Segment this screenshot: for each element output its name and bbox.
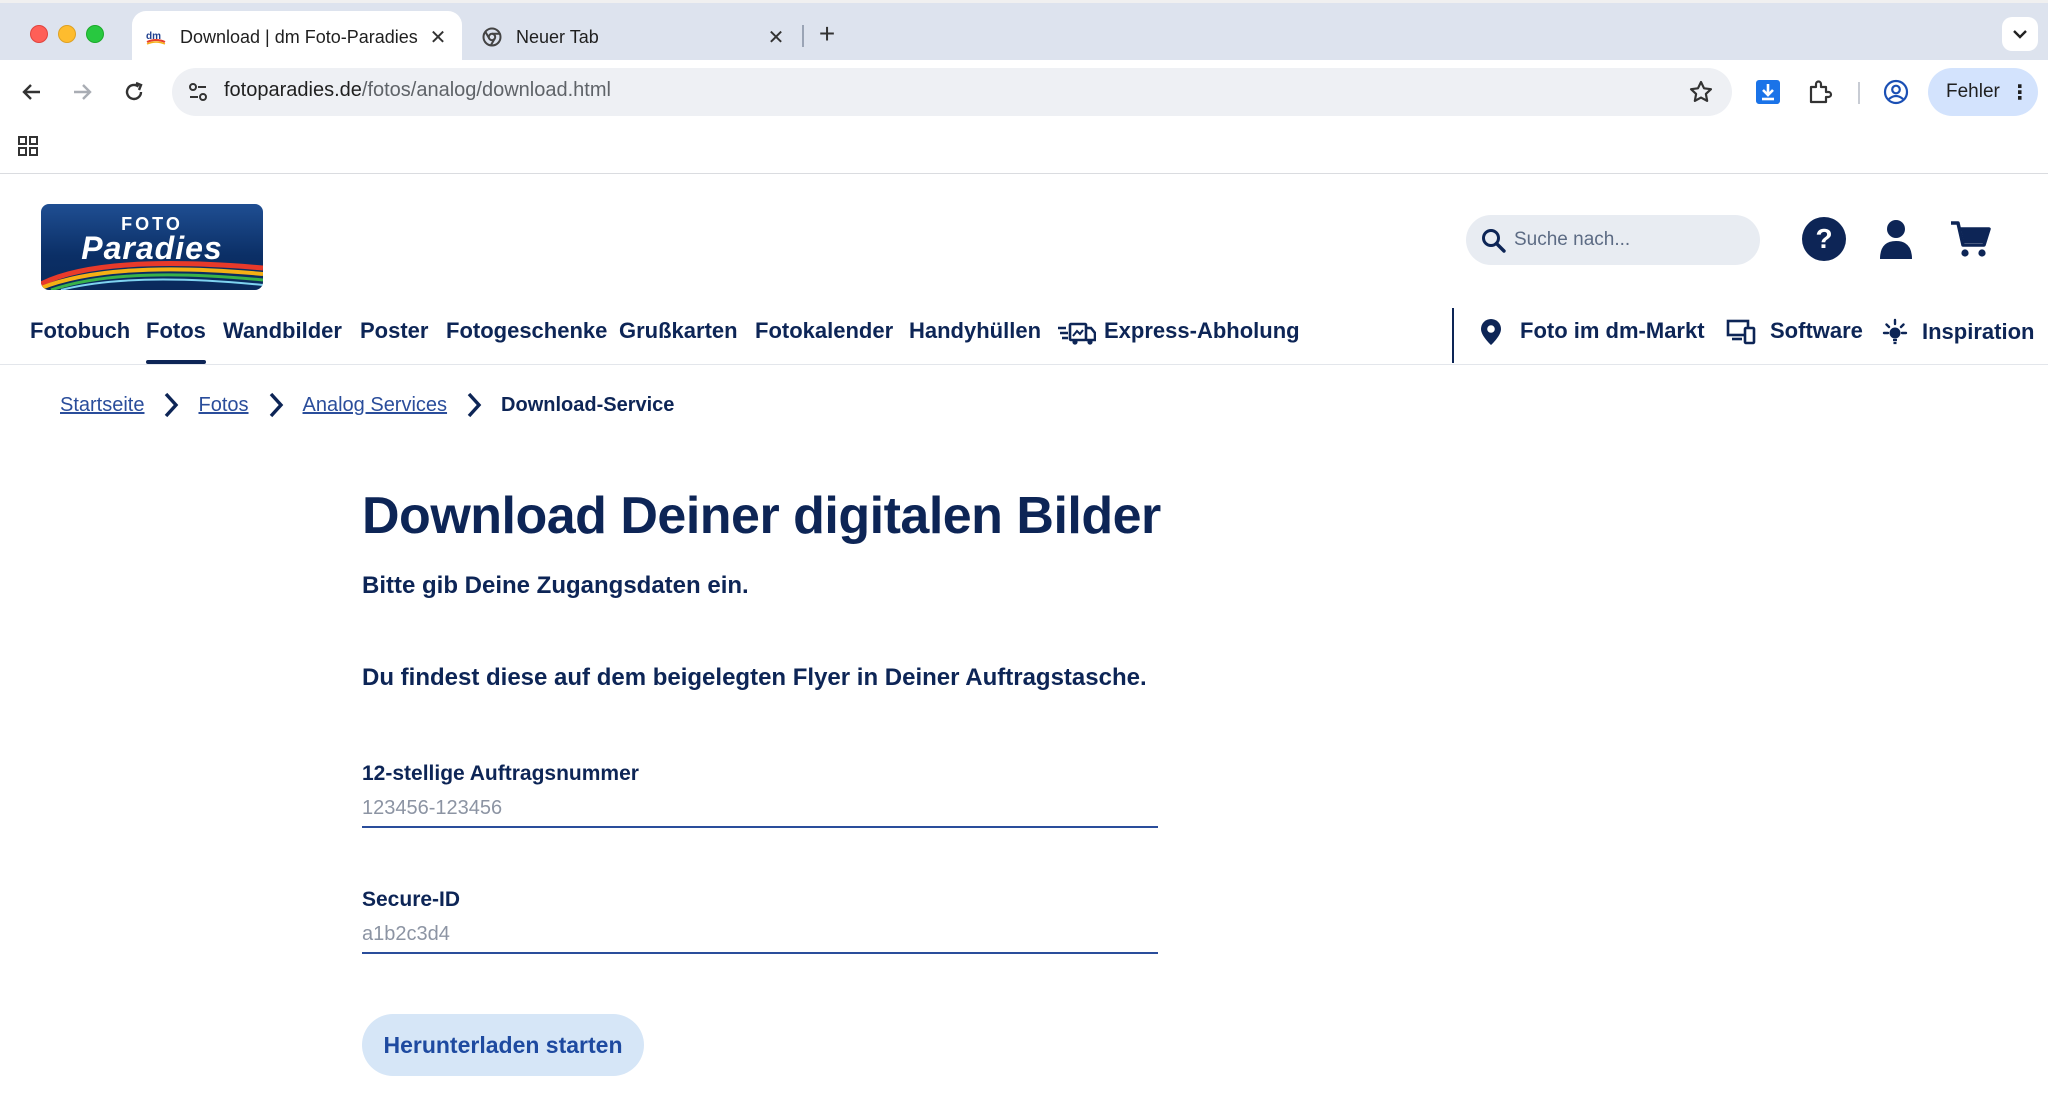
nav-item-handyhuellen[interactable]: Handyhüllen xyxy=(909,318,1041,344)
nav-item-software[interactable]: Software xyxy=(1726,318,1863,345)
breadcrumb-link-startseite[interactable]: Startseite xyxy=(60,394,144,417)
breadcrumb: Startseite Fotos Analog Services Downloa… xyxy=(60,390,674,420)
tab-search-button[interactable] xyxy=(2002,17,2038,51)
secure-id-field: Secure-ID xyxy=(362,888,1158,954)
start-download-button[interactable]: Herunterladen starten xyxy=(362,1014,644,1076)
express-delivery-icon xyxy=(1058,322,1096,345)
window-minimize-button[interactable] xyxy=(58,25,76,43)
tab-title: Neuer Tab xyxy=(516,26,599,47)
nav-item-poster[interactable]: Poster xyxy=(360,318,428,344)
chevron-down-icon xyxy=(2013,30,2027,39)
nav-divider xyxy=(1452,308,1454,363)
lightbulb-icon xyxy=(1882,318,1908,345)
nav-item-fotokalender[interactable]: Fotokalender xyxy=(755,318,893,344)
nav-item-foto-im-dm-markt[interactable]: Foto im dm-Markt xyxy=(1480,318,1705,346)
nav-item-fotos[interactable]: Fotos xyxy=(146,318,206,364)
nav-item-label: Foto im dm-Markt xyxy=(1520,318,1705,343)
arrow-left-icon xyxy=(22,84,40,100)
reload-button[interactable] xyxy=(118,76,150,108)
tab-separator xyxy=(802,25,804,47)
downloads-button[interactable] xyxy=(1752,76,1784,108)
arrow-right-icon xyxy=(74,84,92,100)
chevron-right-icon xyxy=(263,390,289,420)
nav-item-label: Express-Abholung xyxy=(1104,318,1300,343)
back-button[interactable] xyxy=(16,76,48,108)
more-vert-icon: ⋮ xyxy=(2009,81,2030,104)
tab-download[interactable]: dm Download | dm Foto-Paradies ✕ xyxy=(132,11,462,63)
order-number-field: 12-stellige Auftragsnummer xyxy=(362,762,1158,828)
shopping-cart-icon xyxy=(1951,221,1991,257)
tab-close-icon[interactable]: ✕ xyxy=(762,23,790,51)
nav-item-inspiration[interactable]: Inspiration xyxy=(1880,318,2034,348)
help-button[interactable]: ? xyxy=(1801,216,1847,262)
address-bar[interactable]: fotoparadies.de/fotos/analog/download.ht… xyxy=(172,68,1732,116)
main-navigation: Fotobuch Fotos Wandbilder Poster Fotoges… xyxy=(0,300,2048,365)
nav-item-wandbilder[interactable]: Wandbilder xyxy=(223,318,342,344)
search-icon[interactable] xyxy=(1480,227,1508,255)
tab-new[interactable]: Neuer Tab ✕ xyxy=(470,11,800,63)
nav-item-express-abholung[interactable]: Express-Abholung xyxy=(1058,318,1300,346)
profile-error-button[interactable]: Fehler ⋮ xyxy=(1928,68,2038,116)
chrome-icon xyxy=(482,27,502,47)
nav-item-grusskarten[interactable]: Grußkarten xyxy=(619,318,738,344)
url-host: fotoparadies.de xyxy=(224,79,362,101)
site-settings-icon[interactable] xyxy=(186,80,210,104)
nav-item-label: Software xyxy=(1770,318,1863,343)
bookmarks-bar xyxy=(0,124,2048,174)
profile-label: Fehler xyxy=(1946,81,2000,102)
account-button[interactable] xyxy=(1880,76,1912,108)
order-number-label: 12-stellige Auftragsnummer xyxy=(362,762,639,785)
puzzle-icon xyxy=(1809,80,1833,104)
instruction-text: Bitte gib Deine Zugangsdaten ein. xyxy=(362,572,749,599)
foto-paradies-logo[interactable]: FOTO Paradies xyxy=(41,204,263,290)
user-icon xyxy=(1880,220,1912,259)
chevron-right-icon xyxy=(158,390,184,420)
location-pin-icon xyxy=(1481,319,1501,346)
download-form-intro: Download Deiner digitalen Bilder Bitte g… xyxy=(362,480,1162,694)
search-input[interactable] xyxy=(1514,215,1744,265)
breadcrumb-current: Download-Service xyxy=(501,393,675,416)
url-text[interactable]: fotoparadies.de/fotos/analog/download.ht… xyxy=(224,79,611,102)
help-icon: ? xyxy=(1802,217,1846,261)
account-link[interactable] xyxy=(1873,216,1919,262)
url-path: /fotos/analog/download.html xyxy=(361,79,611,101)
forward-button[interactable] xyxy=(66,76,98,108)
tab-title: Download | dm Foto-Paradies xyxy=(180,26,418,47)
download-icon xyxy=(1756,80,1780,104)
window-maximize-button[interactable] xyxy=(86,25,104,43)
dm-favicon-icon: dm xyxy=(146,27,166,47)
nav-item-label: Inspiration xyxy=(1922,318,2035,344)
extensions-button[interactable] xyxy=(1804,76,1836,108)
toolbar-separator xyxy=(1858,82,1860,104)
browser-toolbar: fotoparadies.de/fotos/analog/download.ht… xyxy=(0,60,2048,124)
apps-grid-icon[interactable] xyxy=(16,134,40,158)
browser-tabstrip: dm Download | dm Foto-Paradies ✕ Neuer T… xyxy=(0,0,2048,63)
account-circle-icon xyxy=(1883,79,1909,105)
order-number-input[interactable] xyxy=(362,794,1158,828)
nav-item-fotogeschenke[interactable]: Fotogeschenke xyxy=(446,318,607,344)
new-tab-button[interactable]: + xyxy=(812,18,842,49)
logo-swoosh-graphic xyxy=(41,261,263,290)
devices-icon xyxy=(1726,319,1756,345)
breadcrumb-link-fotos[interactable]: Fotos xyxy=(198,394,248,417)
chevron-right-icon xyxy=(461,390,487,420)
hint-text: Du findest diese auf dem beigelegten Fly… xyxy=(362,664,1147,691)
secure-id-label: Secure-ID xyxy=(362,888,461,911)
page-title: Download Deiner digitalen Bilder xyxy=(362,487,1161,545)
site-search xyxy=(1466,215,1760,265)
tab-close-icon[interactable]: ✕ xyxy=(424,23,452,51)
bookmark-star-icon[interactable] xyxy=(1688,79,1714,105)
breadcrumb-link-analog-services[interactable]: Analog Services xyxy=(303,394,448,417)
secure-id-input[interactable] xyxy=(362,920,1158,954)
cart-link[interactable] xyxy=(1948,216,1994,262)
reload-icon xyxy=(125,81,143,101)
window-close-button[interactable] xyxy=(30,25,48,43)
nav-item-fotobuch[interactable]: Fotobuch xyxy=(30,318,130,344)
